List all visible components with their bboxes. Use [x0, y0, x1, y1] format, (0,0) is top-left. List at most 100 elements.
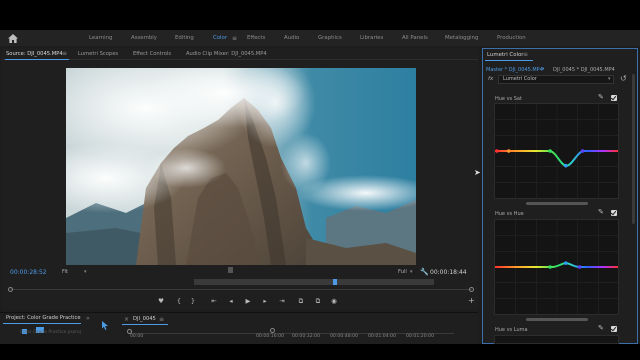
lumetri-menu-icon[interactable]: ≡	[523, 51, 528, 58]
tab-audio-clip-mixer[interactable]: Audio Clip Mixer: DJI_0045.MP4	[186, 51, 267, 57]
workspace-color-menu-icon[interactable]: ≡	[232, 35, 237, 42]
home-icon[interactable]	[8, 34, 18, 43]
curve-enable-checkbox[interactable]	[611, 95, 617, 101]
workspace-tab-learning[interactable]: Learning	[89, 35, 112, 41]
workspace-tab-graphics[interactable]: Graphics	[318, 35, 342, 41]
overwrite-button[interactable]: ⧉	[313, 297, 323, 306]
curve-label-hue-vs-sat: Hue vs Sat	[495, 96, 522, 102]
curve-point	[507, 149, 511, 153]
curve-point	[564, 163, 568, 168]
current-timecode[interactable]: 00:00:28:52	[10, 269, 47, 276]
hue-range-scrollbar[interactable]	[526, 318, 588, 321]
workspace-tab-assembly[interactable]: Assembly	[131, 35, 157, 41]
tab-effect-controls[interactable]: Effect Controls	[133, 51, 171, 57]
timeline-zoom-bar[interactable]	[194, 279, 434, 285]
chevron-down-icon: ▾	[410, 269, 413, 275]
tab-lumetri-scopes[interactable]: Lumetri Scopes	[78, 51, 118, 57]
go-to-out-button[interactable]: ⇥	[277, 297, 287, 305]
curve-enable-checkbox[interactable]	[611, 210, 617, 216]
eyedropper-icon[interactable]: ✎	[598, 208, 604, 216]
playback-resolution-select[interactable]: Full	[398, 269, 407, 275]
timeline-panel	[116, 312, 478, 344]
close-icon[interactable]: ×	[124, 316, 129, 323]
chevron-down-icon: ▾	[542, 67, 545, 72]
add-marker-button[interactable]: ♥	[156, 297, 166, 305]
curve-label-hue-vs-luma: Hue vs Luma	[495, 327, 528, 333]
curve-enable-checkbox[interactable]	[611, 326, 617, 332]
duration-timecode: 00:00:18:44	[430, 269, 467, 276]
workspace-tab-editing[interactable]: Editing	[175, 35, 194, 41]
lumetri-panel-title[interactable]: Lumetri Color	[487, 52, 524, 58]
hue-range-scrollbar[interactable]	[526, 202, 588, 205]
workspace-tab-libraries[interactable]: Libraries	[360, 35, 383, 41]
mark-in-button[interactable]: {	[174, 297, 184, 305]
selection-tool-icon[interactable]	[101, 321, 109, 330]
curve-point	[580, 149, 585, 153]
project-file-name: Color Grade Practice.prproj	[20, 330, 82, 335]
sequence-tab-underline	[122, 324, 168, 325]
reset-icon[interactable]: ↺	[620, 74, 627, 83]
letterbox-top	[0, 0, 640, 30]
hue-vs-luma-graph[interactable]	[494, 335, 619, 344]
curve-point	[577, 265, 582, 269]
workspace-tab-production[interactable]: Production	[497, 35, 526, 41]
curve-label-hue-vs-hue: Hue vs Hue	[495, 211, 524, 217]
button-editor-add-button[interactable]: +	[468, 296, 475, 305]
export-frame-button[interactable]: ◉	[329, 297, 339, 305]
play-button[interactable]: ▶	[243, 297, 253, 305]
tab-project[interactable]: Project: Color Grade Practice	[6, 315, 81, 321]
eyedropper-icon[interactable]: ✎	[598, 324, 604, 332]
wrench-icon[interactable]: 🔧	[420, 268, 429, 276]
eyedropper-icon[interactable]: ✎	[598, 93, 604, 101]
master-clip-selector[interactable]: Master * DJI_0045.MP4	[486, 67, 543, 73]
curve-point	[548, 265, 552, 269]
source-tab-menu-icon[interactable]: ≡	[62, 50, 67, 57]
panel-overflow-icon[interactable]: »	[86, 315, 90, 322]
source-monitor-panel: Source: DJI_0045.MP4 ≡ Lumetri Scopes Ef…	[2, 48, 478, 310]
hue-vs-hue-graph[interactable]	[494, 219, 619, 315]
video-preview[interactable]	[66, 68, 416, 265]
workspace-tab-audio[interactable]: Audio	[284, 35, 299, 41]
source-panel-tabs: Source: DJI_0045.MP4 ≡ Lumetri Scopes Ef…	[2, 48, 478, 60]
playhead-handle[interactable]	[333, 279, 337, 285]
source-tab-underline	[5, 59, 69, 60]
fx-toggle[interactable]: fx	[488, 76, 493, 82]
go-to-in-button[interactable]: ⇤	[209, 297, 219, 305]
curve-point	[564, 261, 568, 265]
timeline-playhead[interactable]	[270, 328, 275, 333]
ruler-timecode: 00:00:32:00	[292, 334, 321, 339]
lumetri-tab-underline	[485, 60, 533, 61]
ruler-timecode: 00:01:20:00	[406, 334, 435, 339]
ruler-timecode: 00:01:04:00	[368, 334, 397, 339]
chevron-down-icon: ▾	[608, 76, 611, 82]
workspace-tab-metalogging[interactable]: Metalogging	[445, 35, 478, 41]
mark-out-button[interactable]: }	[188, 297, 198, 305]
fit-zoom-select[interactable]: Fit	[62, 269, 68, 275]
lumetri-scrollbar[interactable]	[632, 74, 635, 224]
ruler-timecode: 00:00	[130, 334, 144, 339]
premiere-pro-window: Learning Assembly Editing Color ≡ Effect…	[0, 0, 640, 360]
letterbox-bottom	[0, 344, 640, 360]
ruler-timecode: 00:00:16:00	[256, 334, 285, 339]
workspace-tab-all-panels[interactable]: All Panels	[402, 35, 428, 41]
sequence-menu-icon[interactable]: ≡	[159, 316, 164, 323]
scrub-end-handle[interactable]	[469, 287, 474, 292]
scrub-bar[interactable]	[10, 289, 472, 290]
workspace-tab-color[interactable]: Color	[213, 35, 227, 41]
curve-point	[495, 149, 499, 153]
project-tab-underline	[3, 323, 81, 324]
tab-sequence[interactable]: DJI_0045	[133, 316, 156, 322]
hue-vs-sat-graph[interactable]	[494, 103, 619, 199]
tab-source[interactable]: Source: DJI_0045.MP4	[6, 51, 63, 57]
scrub-start-handle[interactable]	[8, 287, 13, 292]
ruler-timecode: 00:00:48:00	[330, 334, 359, 339]
clip-selector[interactable]: DJI_0045 * DJI_0045.MP4	[553, 67, 615, 73]
chevron-down-icon: ▾	[84, 269, 87, 275]
marker-icon[interactable]	[228, 267, 233, 273]
step-back-button[interactable]: ◂	[226, 297, 236, 305]
step-forward-button[interactable]: ▸	[260, 297, 270, 305]
insert-button[interactable]: ⧉	[296, 297, 306, 306]
mouse-cursor-icon: ➤	[474, 168, 481, 177]
curve-point	[548, 149, 552, 153]
workspace-tab-effects[interactable]: Effects	[247, 35, 265, 41]
